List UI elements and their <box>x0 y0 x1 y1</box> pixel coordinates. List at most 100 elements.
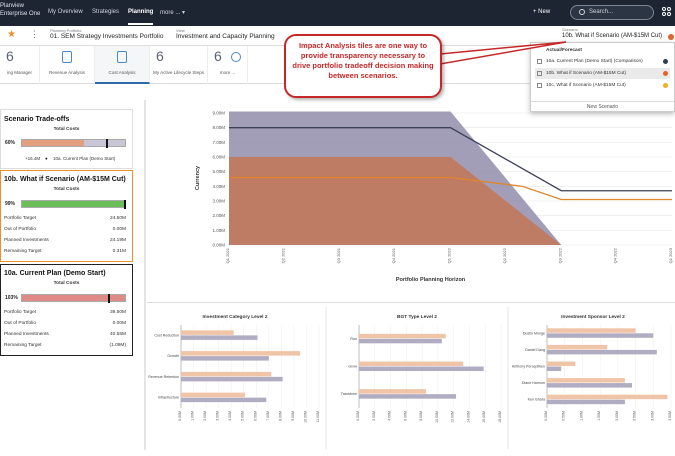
bar <box>547 366 562 371</box>
card-title: 10b. What if Scenario (AM-$15M Cut) <box>4 176 126 183</box>
current-plan-card[interactable]: 10a. Current Plan (Demo Start) Total Cos… <box>0 264 133 356</box>
cost-progress-bar <box>21 139 126 148</box>
search-input[interactable]: Search... <box>570 5 654 20</box>
x-tick-label: Q1 2021 <box>225 247 230 263</box>
scenario-tradeoffs-card[interactable]: Scenario Trade-offs Total Costs 60% +16.… <box>0 109 133 169</box>
row-remaining-target: Remaining Target (1.09M) <box>4 343 126 348</box>
x-tick-label: 7.00M <box>266 411 270 421</box>
card-percentage: 103% <box>5 295 18 301</box>
nav-more[interactable]: more ... ▾ <box>160 9 185 16</box>
logo-line-2: Enterprise One <box>0 11 41 17</box>
check-circle-icon <box>231 52 241 62</box>
x-tick-label: 0.00M <box>178 411 182 421</box>
card-title: 10a. Current Plan (Demo Start) <box>4 270 106 277</box>
row-remaining-target: Remaining Target 0.31M <box>4 249 126 254</box>
category-label: Diane Harmon <box>522 381 545 385</box>
bar <box>547 399 625 405</box>
x-tick-label: Q4 2022 <box>613 247 618 263</box>
tile-label: My Active Lifecycle Steps <box>153 70 204 75</box>
tile-lifecycle-steps[interactable]: 6 My Active Lifecycle Steps <box>150 46 208 84</box>
row-value: 39.50M <box>110 310 126 315</box>
bar <box>547 378 625 383</box>
scenario-color-dot <box>668 34 674 40</box>
annotation-callout: Impact Analysis tiles are one way to pro… <box>284 34 442 98</box>
tile-label: more ... <box>219 70 236 75</box>
x-tick-label: 6.00M <box>403 411 407 421</box>
scenario-label: Scenario <box>562 27 578 32</box>
scenario-selector[interactable]: 10b. What if Scenario (AM-$15M Cut) <box>562 33 662 39</box>
x-tick-label: 1.50M <box>597 411 601 421</box>
card-subtitle: Total Costs <box>53 187 80 192</box>
bar <box>359 394 457 399</box>
new-scenario-button[interactable]: New Scenario <box>531 101 674 110</box>
nav-my-overview[interactable]: My Overview <box>48 9 83 15</box>
nav-more-label: more ... <box>160 10 181 16</box>
tradeoff-legend: 10a. Current Plan (Demo Start) <box>53 156 116 161</box>
tile-more[interactable]: 6 more ... <box>208 46 248 84</box>
row-value: 0.00M <box>112 227 126 232</box>
row-label: Out of Portfolio <box>4 227 36 232</box>
more-options-icon[interactable]: ⋮ <box>30 29 39 40</box>
x-tick-label: 6.00M <box>253 411 257 421</box>
nav-strategies[interactable]: Strategies <box>92 9 119 15</box>
logo-line-1: Planview <box>0 3 25 9</box>
row-planned-investments: Planned Investments 24.19M <box>4 238 126 243</box>
tile-manager[interactable]: 6 ing Manager <box>0 46 40 84</box>
card-subtitle: Total Costs <box>53 127 80 132</box>
tile-count: 6 <box>156 48 164 64</box>
row-label: Portfolio Target <box>4 310 37 315</box>
callout-pointer <box>440 41 567 65</box>
tile-label: Cost Analysis <box>108 70 136 75</box>
row-value: 24.19M <box>110 238 126 243</box>
portfolio-selector[interactable]: 01. SEM Strategy Investments Portfolio <box>50 33 163 40</box>
search-icon <box>579 9 585 15</box>
bar <box>181 397 267 403</box>
x-tick-label: 2.00M <box>372 411 376 421</box>
category-label: Growth <box>167 354 179 358</box>
tile-cost-analysis[interactable]: Cost Analysis <box>95 46 150 84</box>
legend-dot-icon: ● <box>45 156 48 161</box>
cost-progress-bar <box>21 200 126 209</box>
y-tick-label: 6.00M <box>212 155 225 160</box>
x-tick-label: 10.00M <box>435 411 439 423</box>
x-tick-label: 4.00M <box>388 411 392 421</box>
nav-planning[interactable]: Planning <box>128 9 154 25</box>
y-tick-label: 3.00M <box>212 199 225 204</box>
x-tick-label: 0.00M <box>544 411 548 421</box>
y-tick-label: 4.00M <box>212 184 225 189</box>
bar <box>181 371 272 377</box>
row-label: Planned Investments <box>4 332 49 337</box>
tile-revenue-analysis[interactable]: Revenue Analysis <box>40 46 95 84</box>
category-label: Cost Reduction <box>154 333 179 337</box>
card-title: Scenario Trade-offs <box>4 116 70 123</box>
favorite-star-icon[interactable]: ★ <box>7 29 16 40</box>
card-percentage: 60% <box>5 140 16 146</box>
app-logo[interactable]: Planview Enterprise One <box>0 2 40 18</box>
bar <box>547 328 636 333</box>
series-color-dot <box>663 71 668 76</box>
new-button[interactable]: + New <box>533 9 550 15</box>
bar <box>181 330 234 335</box>
dropdown-item-whatif-c[interactable]: 10c. What if Scenario (AM-$15M Cut) <box>535 80 670 91</box>
x-tick-label: 14.00M <box>466 411 470 423</box>
scenario-cards-panel: Scenario Trade-offs Total Costs 60% +16.… <box>0 100 137 450</box>
checkbox-icon[interactable] <box>537 83 542 88</box>
bar-fill <box>22 140 84 146</box>
y-axis-title: Currency <box>195 165 201 190</box>
panel-splitter[interactable] <box>144 100 146 450</box>
cost-progress-bar <box>21 294 126 303</box>
row-portfolio-target: Portfolio Target 39.50M <box>4 310 126 315</box>
category-label: Run <box>350 337 357 341</box>
whatif-scenario-card[interactable]: 10b. What if Scenario (AM-$15M Cut) Tota… <box>0 170 133 262</box>
row-label: Planned Investments <box>4 238 49 243</box>
document-icon <box>62 51 72 63</box>
x-tick-label: Q3 2021 <box>336 247 341 263</box>
view-selector[interactable]: Investment and Capacity Planning <box>176 33 275 40</box>
y-tick-label: 8.00M <box>212 125 225 130</box>
y-tick-label: 0.00M <box>212 243 225 248</box>
checkbox-icon[interactable] <box>537 71 542 76</box>
x-axis-title: Portfolio Planning Horizon <box>396 277 466 283</box>
app-switcher-icon[interactable] <box>662 7 672 17</box>
x-tick-label: 2.00M <box>615 411 619 421</box>
target-marker <box>108 294 110 303</box>
